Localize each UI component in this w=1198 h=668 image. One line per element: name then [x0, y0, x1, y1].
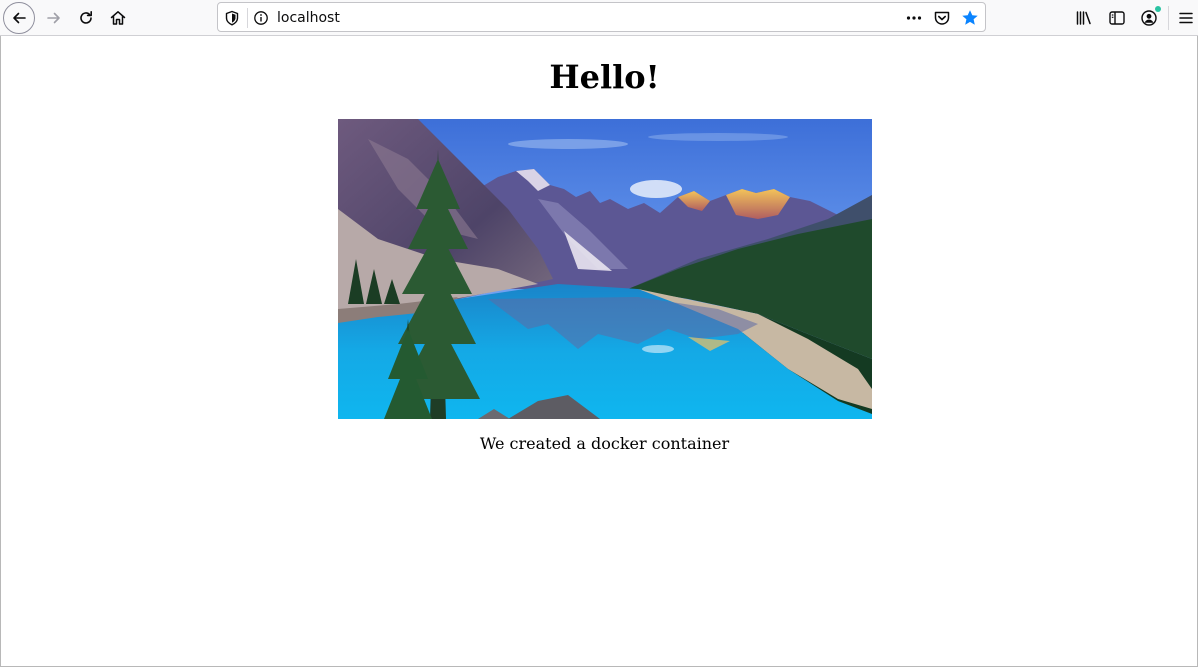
forward-arrow-icon [45, 9, 63, 27]
account-notification-badge [1155, 6, 1161, 12]
toolbar-divider [1168, 6, 1169, 30]
info-icon[interactable] [252, 9, 270, 27]
account-icon [1140, 9, 1158, 27]
menu-button[interactable] [1170, 2, 1198, 34]
reload-icon [77, 9, 95, 27]
more-dots-icon[interactable] [905, 9, 923, 27]
reload-button[interactable] [70, 2, 102, 34]
landscape-image [338, 119, 872, 419]
url-separator [247, 8, 248, 28]
hamburger-menu-icon [1177, 9, 1195, 27]
account-button[interactable] [1133, 2, 1165, 34]
url-text[interactable]: localhost [277, 9, 340, 27]
page-caption: We created a docker container [479, 434, 730, 453]
sidebar-button[interactable] [1101, 2, 1133, 34]
address-bar[interactable]: localhost [217, 2, 986, 32]
library-button[interactable] [1068, 2, 1100, 34]
home-icon [109, 9, 127, 27]
browser-toolbar: localhost [0, 0, 1198, 36]
page-heading: Hello! [549, 58, 660, 96]
star-icon[interactable] [961, 9, 979, 27]
sidebar-icon [1108, 9, 1126, 27]
home-button[interactable] [102, 2, 134, 34]
back-button[interactable] [3, 2, 35, 34]
library-icon [1075, 9, 1093, 27]
shield-icon[interactable] [223, 9, 241, 27]
forward-button[interactable] [38, 2, 70, 34]
pocket-icon[interactable] [933, 9, 951, 27]
back-arrow-icon [10, 9, 28, 27]
